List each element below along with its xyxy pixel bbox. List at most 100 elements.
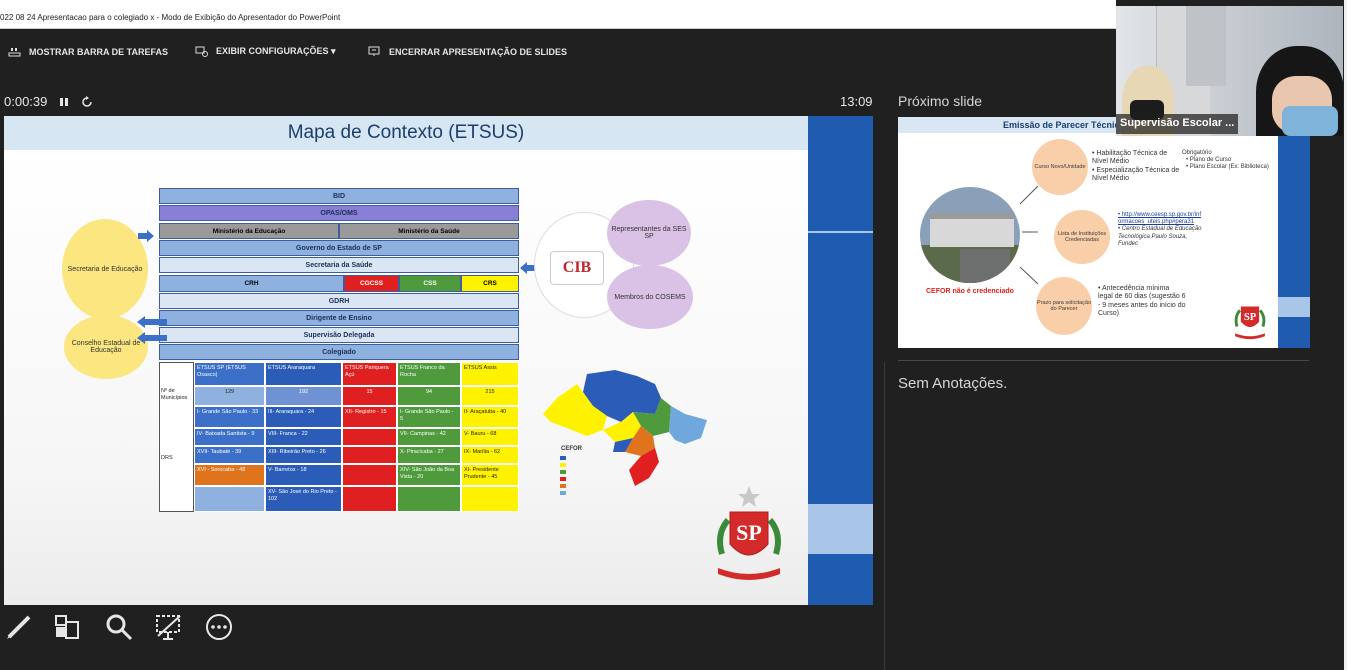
row-supervisao: Supervisão Delegada — [159, 327, 519, 343]
curso-bullets: • Habilitação Técnica de Nível Médio • E… — [1092, 150, 1180, 184]
header-etsus-araraquara: ETSUS Araraquara — [265, 362, 342, 386]
oval-representantes: Representantes da SES SP — [607, 200, 691, 266]
slide-side-bar — [808, 116, 873, 605]
cell-cgcss: CGCSS — [344, 275, 399, 292]
bullet-item: • Centro Estadual de Educação Tecnológic… — [1118, 226, 1202, 247]
row-bid: BID — [159, 188, 519, 204]
svg-text:SP: SP — [736, 520, 762, 545]
presenter-toolbar: MOSTRAR BARRA DE TAREFAS EXIBIR CONFIGUR… — [0, 29, 1116, 71]
drs-cell: X- Piracicaba - 27 — [397, 446, 461, 464]
grid-label-col — [159, 362, 194, 512]
display-settings-icon — [195, 46, 208, 57]
timer-area: 0:00:39 — [4, 94, 93, 109]
side-bar-stripe — [1278, 297, 1310, 317]
drs-cell: II- Araçatuba - 40 — [461, 406, 519, 428]
video-cabinet — [1186, 6, 1226, 86]
arrow-right-icon — [138, 230, 154, 242]
notes-divider — [898, 360, 1309, 361]
municipios-value: 129 — [194, 386, 265, 406]
sp-seal-small-icon: SP — [1234, 306, 1266, 340]
zoom-icon[interactable] — [104, 612, 134, 642]
obrigatorio-label: Obrigatório — [1182, 150, 1212, 156]
building-photo — [920, 187, 1020, 283]
bullet-item: • Plano de Curso — [1186, 157, 1232, 164]
slides-grid-icon[interactable] — [52, 612, 82, 642]
svg-text:SP: SP — [1244, 312, 1257, 323]
map-legend — [560, 456, 566, 506]
municipios-value: 15 — [342, 386, 397, 406]
pause-icon[interactable] — [59, 96, 69, 108]
row-opas: OPAS/OMS — [159, 205, 519, 221]
cell-crh: CRH — [159, 275, 344, 292]
drs-cell — [397, 486, 461, 512]
restart-icon[interactable] — [81, 95, 93, 108]
screen-black-icon[interactable] — [154, 612, 184, 642]
municipios-value: 215 — [461, 386, 519, 406]
circle-curso: Curso Novo/Unidade — [1032, 139, 1088, 195]
ceesp-link[interactable]: • http://www.ceesp.sp.gov.br/informacoes… — [1118, 212, 1204, 226]
participant-right-mask — [1282, 106, 1338, 136]
drs-cell: XIV- São João da Boa Vista - 20 — [397, 464, 461, 486]
arrow-left-icon — [137, 316, 167, 328]
row-dirigente: Dirigente de Ensino — [159, 310, 519, 326]
row-gdrh: GDRH — [159, 293, 519, 309]
header-etsus-franco: ETSUS Franco da Rocha — [397, 362, 461, 386]
drs-cell — [194, 486, 265, 512]
municipios-value: 192 — [265, 386, 342, 406]
bullet-item: • Plano Escolar (Ex: Biblioteca) — [1186, 164, 1269, 171]
cefor-note: CEFOR não é credenciado — [926, 288, 1014, 295]
speaker-notes[interactable]: Sem Anotações. — [898, 375, 1007, 392]
pen-icon[interactable] — [4, 612, 34, 642]
panel-separator[interactable] — [884, 362, 885, 670]
arrow-left-icon — [137, 332, 167, 344]
current-slide[interactable]: Mapa de Contexto (ETSUS) BID OPAS/OMS Mi… — [4, 116, 873, 605]
connector-lines — [1019, 185, 1039, 285]
drs-cell: I- Grande São Paulo - 33 — [194, 406, 265, 428]
drs-cell: I- Grande São Paulo - 5 — [397, 406, 461, 428]
drs-cell: VIII- Franca - 22 — [265, 428, 342, 446]
row-governo: Governo do Estado de SP — [159, 240, 519, 256]
drs-cell: V- Bauru - 68 — [461, 428, 519, 446]
label-municipios: Nº de Municípios — [161, 388, 188, 401]
webcam-video: Supervisão Escolar ... — [1116, 6, 1343, 136]
oval-membros: Membros do COSEMS — [607, 265, 693, 329]
drs-cell: XV- São José do Rio Preto - 102 — [265, 486, 342, 512]
drs-cell: XI- Presidente Prudente - 45 — [461, 464, 519, 486]
participant-name: Supervisão Escolar ... — [1116, 114, 1239, 134]
cib-logo: CIB — [550, 251, 604, 285]
drs-cell: XIII- Ribeirão Preto - 26 — [265, 446, 342, 464]
cell-min-educacao: Ministério da Educação — [159, 223, 339, 239]
show-taskbar-button[interactable]: MOSTRAR BARRA DE TAREFAS — [8, 46, 168, 57]
more-options-icon[interactable] — [204, 612, 234, 642]
next-slide-label: Próximo slide — [898, 93, 983, 109]
side-bar-stripe — [808, 231, 873, 233]
next-slide-preview[interactable]: Emissão de Parecer Técnico CEFOR não é c… — [898, 117, 1310, 348]
end-slideshow-button[interactable]: ENCERRAR APRESENTAÇÃO DE SLIDES — [368, 46, 567, 57]
map-legend-title: CEFOR — [561, 446, 582, 452]
drs-cell — [342, 464, 397, 486]
lista-bullets: • http://www.ceesp.sp.gov.br/informacoes… — [1118, 212, 1204, 248]
sp-seal-icon: SP — [717, 486, 781, 580]
cell-min-saude: Ministério da Saúde — [339, 223, 519, 239]
prazo-bullet: • Antecedência mínima legal de 60 dias (… — [1098, 285, 1186, 318]
row-colegiado: Colegiado — [159, 344, 519, 360]
circle-lista: Lista de Instituições Credenciadas — [1054, 210, 1110, 264]
drs-cell: VII- Campinas - 42 — [397, 428, 461, 446]
drs-cell — [342, 486, 397, 512]
municipios-value: 94 — [397, 386, 461, 406]
circle-prazo: Prazo para solicitação do Parecer — [1036, 277, 1092, 335]
header-etsus-sp: ETSUS SP (ETSUS Osasco) — [194, 362, 265, 386]
end-slideshow-label: ENCERRAR APRESENTAÇÃO DE SLIDES — [389, 46, 568, 57]
current-time: 13:09 — [840, 94, 873, 109]
display-settings-button[interactable]: EXIBIR CONFIGURAÇÕES ▾ — [195, 46, 336, 57]
bullet-item: • Especialização Técnica de Nível Médio — [1092, 166, 1180, 183]
drs-cell: V- Barretos - 18 — [265, 464, 342, 486]
drs-cell: III- Araraquara - 24 — [265, 406, 342, 428]
drs-cell — [461, 486, 519, 512]
taskbar-icon — [8, 48, 21, 57]
end-slideshow-icon — [368, 46, 380, 56]
drs-cell — [342, 428, 397, 446]
drs-cell: XVII- Taubaté - 39 — [194, 446, 265, 464]
oval-conselho: Conselho Estadual de Educação — [64, 315, 148, 379]
drs-cell: IV- Baixada Santista - 9 — [194, 428, 265, 446]
